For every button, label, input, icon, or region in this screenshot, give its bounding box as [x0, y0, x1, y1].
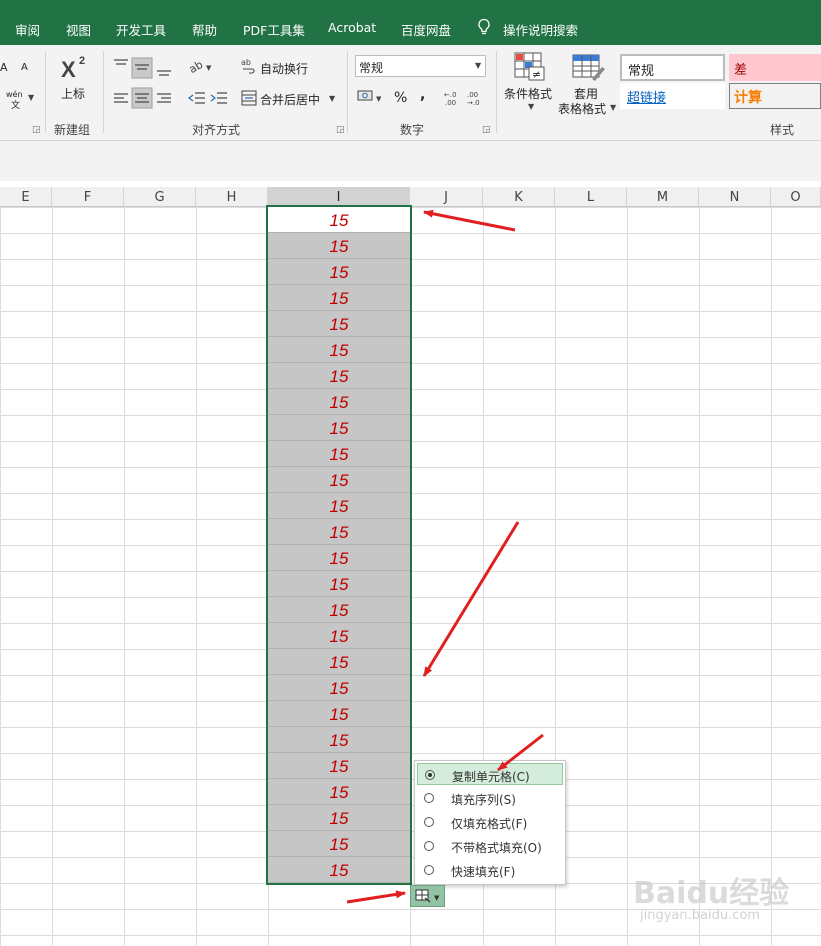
watermark-logo: Baidu经验 — [633, 876, 790, 911]
annotation-arrows — [346, 209, 544, 904]
arrow-middle — [422, 521, 520, 677]
watermark-url: jingyan.baidu.com — [640, 908, 760, 923]
arrow-menu — [497, 733, 544, 772]
arrow-button — [346, 890, 406, 904]
arrow-top — [423, 209, 516, 232]
